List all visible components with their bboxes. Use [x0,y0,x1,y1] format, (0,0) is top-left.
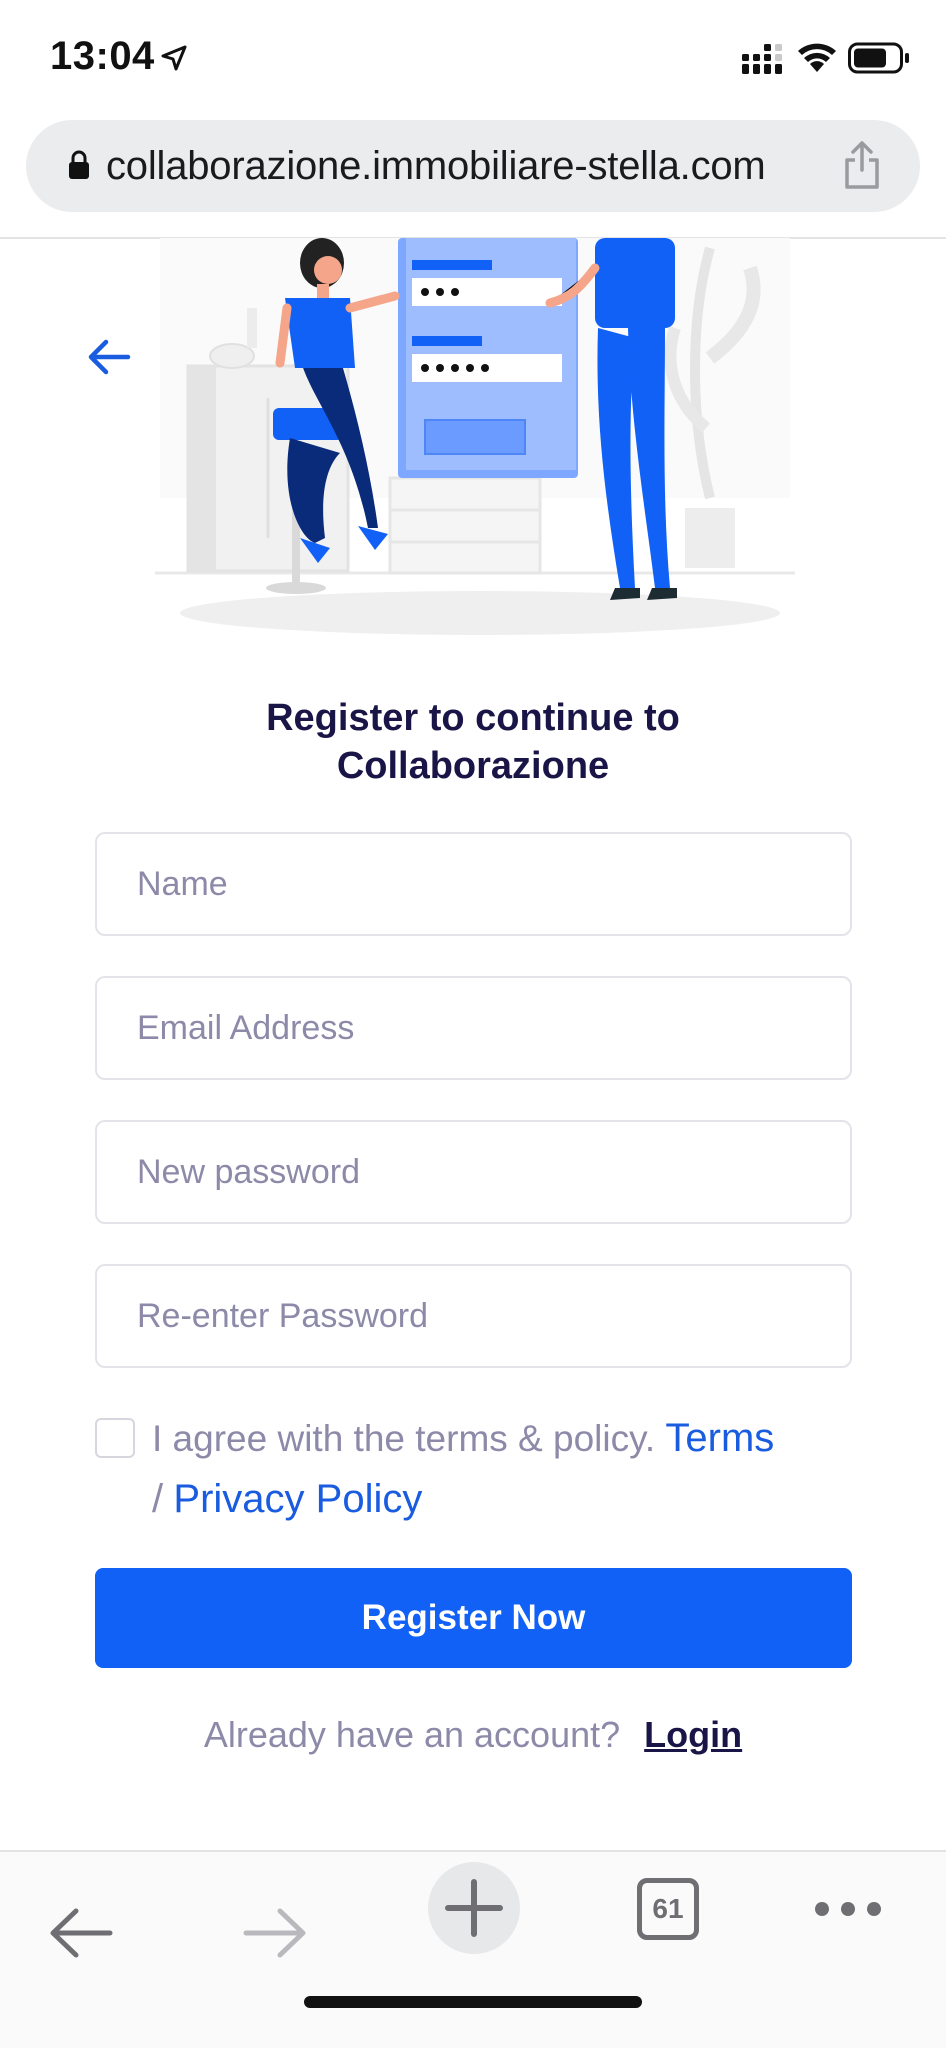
share-icon[interactable] [842,140,882,190]
link-separator: / [152,1477,164,1521]
name-input[interactable] [97,834,850,934]
repassword-field-wrapper [95,1264,852,1368]
back-arrow-icon[interactable] [82,330,136,384]
location-arrow-icon [161,45,187,71]
url-text[interactable]: collaborazione.immobiliare-stella.com [106,138,766,194]
login-link[interactable]: Login [644,1714,742,1755]
name-field-wrapper [95,832,852,936]
heading-line-2: Collaborazione [336,745,610,787]
have-account-text: Already have an account? [203,1714,621,1755]
password-field-wrapper [95,1120,852,1224]
plus-icon [445,1879,503,1937]
forward-icon[interactable] [242,1906,308,1960]
terms-agreement-text: I agree with the terms & policy. Terms /… [152,1408,872,1530]
wifi-icon [798,43,836,72]
register-now-button[interactable]: Register Now [95,1568,852,1668]
lock-icon [69,150,89,179]
new-tab-button[interactable] [428,1862,520,1954]
email-field-wrapper [95,976,852,1080]
home-indicator [304,1996,642,2008]
register-heading: Register to continue to Collaborazione [120,694,826,790]
ellipsis-icon[interactable] [812,1894,884,1924]
reenter-password-input[interactable] [97,1266,850,1366]
registration-illustration [155,238,795,635]
tabs-button[interactable]: 61 [637,1878,699,1940]
battery-icon [848,42,909,74]
browser-toolbar: 61 [0,1852,946,2048]
new-password-input[interactable] [97,1122,850,1222]
terms-checkbox[interactable] [95,1418,135,1458]
agree-label: I agree with the terms & policy. [152,1418,656,1459]
address-bar[interactable]: collaborazione.immobiliare-stella.com [26,120,920,212]
cellular-signal-icon [742,44,782,74]
privacy-policy-link[interactable]: Privacy Policy [173,1477,422,1521]
status-bar: 13:04 [0,0,946,118]
terms-link[interactable]: Terms [665,1416,774,1460]
tabs-count: 61 [652,1893,684,1924]
back-icon[interactable] [48,1906,114,1960]
email-input[interactable] [97,978,850,1078]
login-prompt: Already have an account? Login [0,1710,946,1760]
heading-line-1: Register to continue to [266,697,680,739]
status-time: 13:04 [50,34,155,78]
